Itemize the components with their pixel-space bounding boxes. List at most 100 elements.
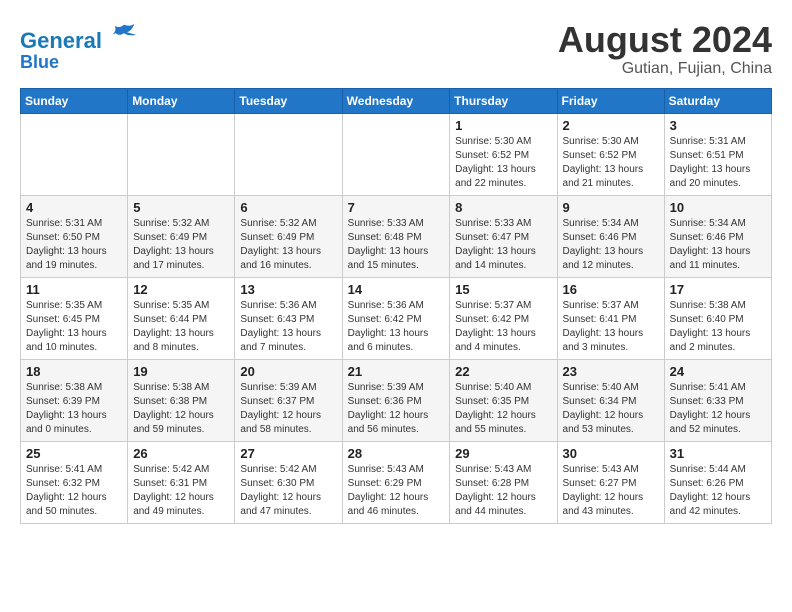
day-cell-20: 20 Sunrise: 5:39 AM Sunset: 6:37 PM Dayli…	[235, 359, 342, 441]
day-cell-3: 3 Sunrise: 5:31 AM Sunset: 6:51 PM Daylig…	[664, 113, 771, 195]
day-info: Sunrise: 5:30 AM Sunset: 6:52 PM Dayligh…	[455, 135, 551, 191]
day-info: Sunrise: 5:33 AM Sunset: 6:48 PM Dayligh…	[348, 217, 445, 273]
calendar-week-5: 25 Sunrise: 5:41 AM Sunset: 6:32 PM Dayli…	[21, 441, 772, 523]
day-cell-6: 6Sunrise: 5:32 AM Sunset: 6:49 PM Daylig…	[235, 195, 342, 277]
page-header: General Blue August 2024 Gutian, Fujian,…	[20, 20, 772, 78]
day-info: Sunrise: 5:35 AM Sunset: 6:45 PM Dayligh…	[26, 299, 122, 355]
day-number: 19	[133, 364, 229, 379]
day-number: 8	[455, 200, 551, 215]
day-info: Sunrise: 5:30 AM Sunset: 6:52 PM Dayligh…	[563, 135, 659, 191]
weekday-header-row: SundayMondayTuesdayWednesdayThursdayFrid…	[21, 88, 772, 113]
day-info: Sunrise: 5:43 AM Sunset: 6:29 PM Dayligh…	[348, 463, 445, 519]
day-info: Sunrise: 5:42 AM Sunset: 6:31 PM Dayligh…	[133, 463, 229, 519]
day-number: 17	[670, 282, 766, 297]
day-cell-5: 5Sunrise: 5:32 AM Sunset: 6:49 PM Daylig…	[128, 195, 235, 277]
day-info: Sunrise: 5:44 AM Sunset: 6:26 PM Dayligh…	[670, 463, 766, 519]
day-info: Sunrise: 5:41 AM Sunset: 6:33 PM Dayligh…	[670, 381, 766, 437]
logo-blue: Blue	[20, 53, 138, 73]
day-cell-31: 31Sunrise: 5:44 AM Sunset: 6:26 PM Dayli…	[664, 441, 771, 523]
day-number: 3	[670, 118, 766, 133]
title-block: August 2024 Gutian, Fujian, China	[558, 20, 772, 78]
calendar-week-3: 11 Sunrise: 5:35 AM Sunset: 6:45 PM Dayli…	[21, 277, 772, 359]
day-number: 30	[563, 446, 659, 461]
day-info: Sunrise: 5:40 AM Sunset: 6:34 PM Dayligh…	[563, 381, 659, 437]
day-cell-2: 2Sunrise: 5:30 AM Sunset: 6:52 PM Daylig…	[557, 113, 664, 195]
day-cell-17: 17 Sunrise: 5:38 AM Sunset: 6:40 PM Dayli…	[664, 277, 771, 359]
day-number: 16	[563, 282, 659, 297]
day-cell-8: 8Sunrise: 5:33 AM Sunset: 6:47 PM Daylig…	[450, 195, 557, 277]
logo-text: General	[20, 20, 138, 53]
calendar-week-2: 4 Sunrise: 5:31 AM Sunset: 6:50 PM Daylig…	[21, 195, 772, 277]
day-info: Sunrise: 5:38 AM Sunset: 6:40 PM Dayligh…	[670, 299, 766, 355]
logo-bird-icon	[110, 20, 138, 48]
day-cell-19: 19 Sunrise: 5:38 AM Sunset: 6:38 PM Dayli…	[128, 359, 235, 441]
day-cell-1: 1 Sunrise: 5:30 AM Sunset: 6:52 PM Daylig…	[450, 113, 557, 195]
day-cell-15: 15 Sunrise: 5:37 AM Sunset: 6:42 PM Dayli…	[450, 277, 557, 359]
weekday-header-monday: Monday	[128, 88, 235, 113]
day-number: 18	[26, 364, 122, 379]
day-cell-10: 10 Sunrise: 5:34 AM Sunset: 6:46 PM Dayli…	[664, 195, 771, 277]
day-info: Sunrise: 5:37 AM Sunset: 6:42 PM Dayligh…	[455, 299, 551, 355]
day-cell-14: 14 Sunrise: 5:36 AM Sunset: 6:42 PM Dayli…	[342, 277, 450, 359]
weekday-header-saturday: Saturday	[664, 88, 771, 113]
day-number: 22	[455, 364, 551, 379]
day-info: Sunrise: 5:38 AM Sunset: 6:38 PM Dayligh…	[133, 381, 229, 437]
day-number: 20	[240, 364, 336, 379]
day-number: 9	[563, 200, 659, 215]
calendar-week-4: 18 Sunrise: 5:38 AM Sunset: 6:39 PM Dayli…	[21, 359, 772, 441]
day-info: Sunrise: 5:41 AM Sunset: 6:32 PM Dayligh…	[26, 463, 122, 519]
day-cell-21: 21Sunrise: 5:39 AM Sunset: 6:36 PM Dayli…	[342, 359, 450, 441]
day-cell-23: 23Sunrise: 5:40 AM Sunset: 6:34 PM Dayli…	[557, 359, 664, 441]
day-cell-9: 9 Sunrise: 5:34 AM Sunset: 6:46 PM Daylig…	[557, 195, 664, 277]
day-cell-12: 12 Sunrise: 5:35 AM Sunset: 6:44 PM Dayli…	[128, 277, 235, 359]
day-info: Sunrise: 5:34 AM Sunset: 6:46 PM Dayligh…	[563, 217, 659, 273]
day-info: Sunrise: 5:40 AM Sunset: 6:35 PM Dayligh…	[455, 381, 551, 437]
day-info: Sunrise: 5:39 AM Sunset: 6:37 PM Dayligh…	[240, 381, 336, 437]
day-info: Sunrise: 5:39 AM Sunset: 6:36 PM Dayligh…	[348, 381, 445, 437]
weekday-header-thursday: Thursday	[450, 88, 557, 113]
weekday-header-wednesday: Wednesday	[342, 88, 450, 113]
day-info: Sunrise: 5:31 AM Sunset: 6:50 PM Dayligh…	[26, 217, 122, 273]
day-info: Sunrise: 5:43 AM Sunset: 6:27 PM Dayligh…	[563, 463, 659, 519]
day-number: 27	[240, 446, 336, 461]
day-info: Sunrise: 5:34 AM Sunset: 6:46 PM Dayligh…	[670, 217, 766, 273]
day-info: Sunrise: 5:31 AM Sunset: 6:51 PM Dayligh…	[670, 135, 766, 191]
day-cell-4: 4 Sunrise: 5:31 AM Sunset: 6:50 PM Daylig…	[21, 195, 128, 277]
day-info: Sunrise: 5:36 AM Sunset: 6:43 PM Dayligh…	[240, 299, 336, 355]
day-cell-27: 27 Sunrise: 5:42 AM Sunset: 6:30 PM Dayli…	[235, 441, 342, 523]
day-cell-25: 25 Sunrise: 5:41 AM Sunset: 6:32 PM Dayli…	[21, 441, 128, 523]
day-number: 1	[455, 118, 551, 133]
day-number: 10	[670, 200, 766, 215]
day-number: 25	[26, 446, 122, 461]
day-cell-7: 7Sunrise: 5:33 AM Sunset: 6:48 PM Daylig…	[342, 195, 450, 277]
day-number: 14	[348, 282, 445, 297]
day-cell-24: 24Sunrise: 5:41 AM Sunset: 6:33 PM Dayli…	[664, 359, 771, 441]
day-number: 12	[133, 282, 229, 297]
weekday-header-friday: Friday	[557, 88, 664, 113]
day-cell-18: 18 Sunrise: 5:38 AM Sunset: 6:39 PM Dayli…	[21, 359, 128, 441]
day-number: 11	[26, 282, 122, 297]
day-cell-13: 13 Sunrise: 5:36 AM Sunset: 6:43 PM Dayli…	[235, 277, 342, 359]
day-cell-29: 29Sunrise: 5:43 AM Sunset: 6:28 PM Dayli…	[450, 441, 557, 523]
empty-cell	[235, 113, 342, 195]
day-info: Sunrise: 5:37 AM Sunset: 6:41 PM Dayligh…	[563, 299, 659, 355]
day-number: 15	[455, 282, 551, 297]
day-number: 26	[133, 446, 229, 461]
day-info: Sunrise: 5:36 AM Sunset: 6:42 PM Dayligh…	[348, 299, 445, 355]
empty-cell	[128, 113, 235, 195]
logo: General Blue	[20, 20, 138, 73]
month-year: August 2024	[558, 20, 772, 60]
day-info: Sunrise: 5:42 AM Sunset: 6:30 PM Dayligh…	[240, 463, 336, 519]
day-cell-22: 22 Sunrise: 5:40 AM Sunset: 6:35 PM Dayli…	[450, 359, 557, 441]
calendar-table: SundayMondayTuesdayWednesdayThursdayFrid…	[20, 88, 772, 524]
day-info: Sunrise: 5:35 AM Sunset: 6:44 PM Dayligh…	[133, 299, 229, 355]
calendar-week-1: 1 Sunrise: 5:30 AM Sunset: 6:52 PM Daylig…	[21, 113, 772, 195]
day-info: Sunrise: 5:38 AM Sunset: 6:39 PM Dayligh…	[26, 381, 122, 437]
weekday-header-sunday: Sunday	[21, 88, 128, 113]
day-number: 29	[455, 446, 551, 461]
day-number: 4	[26, 200, 122, 215]
day-cell-11: 11 Sunrise: 5:35 AM Sunset: 6:45 PM Dayli…	[21, 277, 128, 359]
day-number: 13	[240, 282, 336, 297]
day-info: Sunrise: 5:32 AM Sunset: 6:49 PM Dayligh…	[133, 217, 229, 273]
day-info: Sunrise: 5:32 AM Sunset: 6:49 PM Dayligh…	[240, 217, 336, 273]
